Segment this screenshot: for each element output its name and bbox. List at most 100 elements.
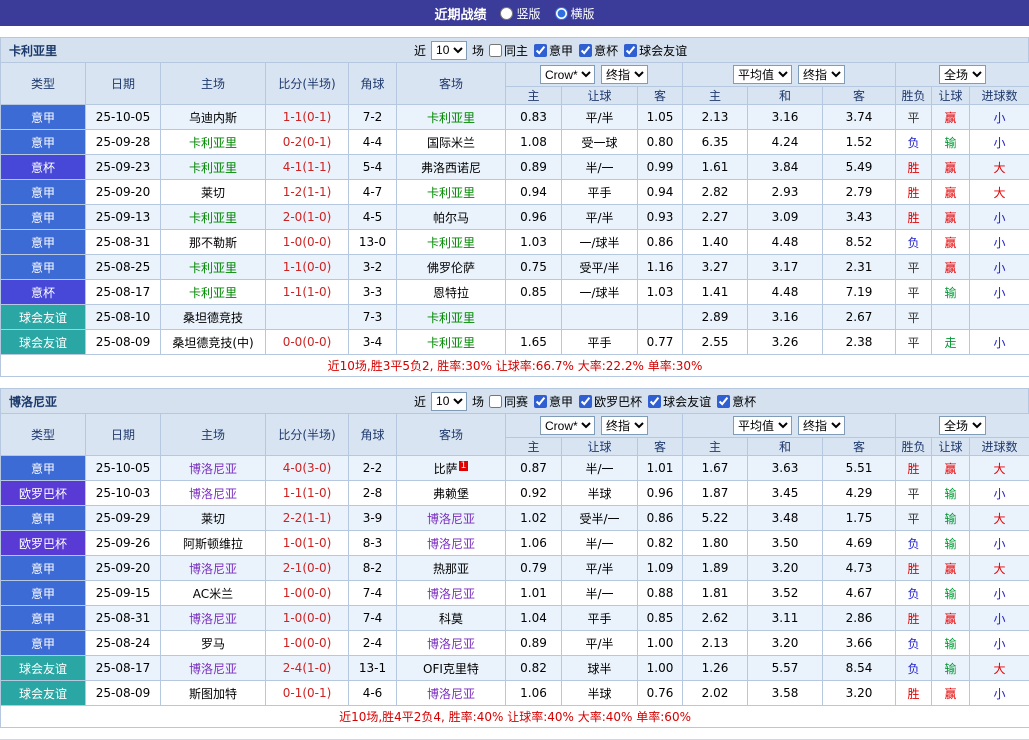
odds-source-select[interactable]: Crow* bbox=[540, 416, 595, 435]
match-row: 意甲25-08-31博洛尼亚1-0(0-0)7-4科莫1.04平手0.852.6… bbox=[1, 606, 1029, 631]
away-team-link[interactable]: 卡利亚里 bbox=[427, 236, 475, 250]
match-score: 1-0(0-0) bbox=[266, 581, 349, 606]
home-team-link[interactable]: 博洛尼亚 bbox=[189, 612, 237, 626]
euro-period-select[interactable]: 终指 bbox=[798, 416, 845, 435]
match-result: 平 bbox=[896, 330, 932, 355]
filter-checkbox[interactable]: 意杯 bbox=[579, 42, 618, 59]
match-result: 平 bbox=[896, 305, 932, 330]
odds-period-select[interactable]: 终指 bbox=[601, 65, 648, 84]
results-table: 类型 日期 主场 比分(半场) 角球 客场 Crow*终指 平均值终指 全场 bbox=[0, 413, 1029, 728]
euro-home-odds: 1.61 bbox=[683, 155, 748, 180]
euro-period-select[interactable]: 终指 bbox=[798, 65, 845, 84]
match-score: 1-0(0-0) bbox=[266, 631, 349, 656]
filter-checkbox-input[interactable] bbox=[648, 395, 661, 408]
corner-score: 7-3 bbox=[349, 305, 397, 330]
filter-checkboxes: 同赛意甲欧罗巴杯球会友谊意杯 bbox=[489, 393, 756, 410]
filter-checkbox-input[interactable] bbox=[579, 395, 592, 408]
filter-checkbox-input[interactable] bbox=[489, 44, 502, 57]
home-team-link[interactable]: 卡利亚里 bbox=[189, 211, 237, 225]
goals-result: 小 bbox=[970, 481, 1029, 506]
asian-home-odds: 0.85 bbox=[506, 280, 562, 305]
home-team-link[interactable]: 卡利亚里 bbox=[189, 136, 237, 150]
filter-checkbox[interactable]: 意杯 bbox=[717, 393, 756, 410]
filter-checkbox-input[interactable] bbox=[579, 44, 592, 57]
home-team-link[interactable]: 博洛尼亚 bbox=[189, 662, 237, 676]
home-team-link[interactable]: 博洛尼亚 bbox=[189, 487, 237, 501]
home-team-cell: 那不勒斯 bbox=[161, 230, 266, 255]
odds-source-select[interactable]: Crow* bbox=[540, 65, 595, 84]
filter-checkbox[interactable]: 球会友谊 bbox=[624, 42, 687, 59]
home-team-link[interactable]: 博洛尼亚 bbox=[189, 462, 237, 476]
handicap-result: 输 bbox=[932, 531, 970, 556]
away-team-link[interactable]: 博洛尼亚 bbox=[427, 587, 475, 601]
match-result: 胜 bbox=[896, 180, 932, 205]
filter-checkbox[interactable]: 欧罗巴杯 bbox=[579, 393, 642, 410]
away-team-link[interactable]: 博洛尼亚 bbox=[427, 637, 475, 651]
away-team-link[interactable]: 卡利亚里 bbox=[427, 186, 475, 200]
asian-home-odds: 0.89 bbox=[506, 155, 562, 180]
match-count-select[interactable]: 10 bbox=[431, 392, 467, 411]
team-name[interactable]: 卡利亚里 bbox=[1, 42, 57, 59]
match-date: 25-08-17 bbox=[86, 656, 161, 681]
asian-home-odds: 0.83 bbox=[506, 105, 562, 130]
euro-home-odds: 1.67 bbox=[683, 456, 748, 481]
filter-checkbox[interactable]: 意甲 bbox=[534, 42, 573, 59]
euro-away-odds: 5.49 bbox=[823, 155, 896, 180]
filter-checkbox[interactable]: 同主 bbox=[489, 42, 528, 59]
home-team-link[interactable]: 卡利亚里 bbox=[189, 261, 237, 275]
away-team-link[interactable]: 博洛尼亚 bbox=[427, 512, 475, 526]
handicap-result: 赢 bbox=[932, 205, 970, 230]
handicap-result: 输 bbox=[932, 481, 970, 506]
match-score bbox=[266, 305, 349, 330]
scope-select[interactable]: 全场 bbox=[939, 416, 986, 435]
filter-checkbox-input[interactable] bbox=[717, 395, 730, 408]
asian-line: 平/半 bbox=[562, 631, 638, 656]
euro-draw-odds: 3.20 bbox=[748, 556, 823, 581]
away-team-link[interactable]: 卡利亚里 bbox=[427, 311, 475, 325]
goals-result: 小 bbox=[970, 130, 1029, 155]
layout-radio-horizontal[interactable]: 横版 bbox=[555, 5, 595, 22]
home-team-link[interactable]: 卡利亚里 bbox=[189, 286, 237, 300]
match-row: 欧罗巴杯25-10-03博洛尼亚1-1(1-0)2-8弗赖堡0.92半球0.96… bbox=[1, 481, 1029, 506]
match-date: 25-08-24 bbox=[86, 631, 161, 656]
euro-draw-odds: 3.84 bbox=[748, 155, 823, 180]
filter-checkbox[interactable]: 意甲 bbox=[534, 393, 573, 410]
filter-checkbox-input[interactable] bbox=[534, 395, 547, 408]
euro-source-select[interactable]: 平均值 bbox=[733, 65, 792, 84]
goals-result: 小 bbox=[970, 581, 1029, 606]
match-score: 2-0(1-0) bbox=[266, 205, 349, 230]
asian-away-odds: 0.88 bbox=[638, 581, 683, 606]
home-team-link[interactable]: 博洛尼亚 bbox=[189, 562, 237, 576]
scope-select[interactable]: 全场 bbox=[939, 65, 986, 84]
odds-period-select[interactable]: 终指 bbox=[601, 416, 648, 435]
goals-result: 大 bbox=[970, 656, 1029, 681]
euro-draw-odds: 2.93 bbox=[748, 180, 823, 205]
vertical-radio-input[interactable] bbox=[500, 7, 513, 20]
euro-home-odds: 2.13 bbox=[683, 631, 748, 656]
filter-checkbox[interactable]: 同赛 bbox=[489, 393, 528, 410]
away-team-link: 热那亚 bbox=[433, 562, 469, 576]
away-team-link[interactable]: 卡利亚里 bbox=[427, 111, 475, 125]
team-name[interactable]: 博洛尼亚 bbox=[1, 393, 57, 410]
league-badge: 意甲 bbox=[1, 631, 86, 656]
league-badge: 球会友谊 bbox=[1, 330, 86, 355]
title-bar: 近期战绩 竖版 横版 bbox=[0, 0, 1029, 26]
filter-checkbox-input[interactable] bbox=[489, 395, 502, 408]
filter-checkbox-input[interactable] bbox=[624, 44, 637, 57]
away-team-link[interactable]: 博洛尼亚 bbox=[427, 537, 475, 551]
horizontal-radio-input[interactable] bbox=[555, 7, 568, 20]
layout-radio-vertical[interactable]: 竖版 bbox=[500, 5, 540, 22]
asian-line: 受平/半 bbox=[562, 255, 638, 280]
match-result: 平 bbox=[896, 255, 932, 280]
euro-source-select[interactable]: 平均值 bbox=[733, 416, 792, 435]
home-team-cell: 斯图加特 bbox=[161, 681, 266, 706]
away-team-link[interactable]: 卡利亚里 bbox=[427, 336, 475, 350]
filter-checkbox-input[interactable] bbox=[534, 44, 547, 57]
results-table: 类型 日期 主场 比分(半场) 角球 客场 Crow*终指 平均值终指 全场 bbox=[0, 62, 1029, 377]
filter-checkbox[interactable]: 球会友谊 bbox=[648, 393, 711, 410]
away-team-link[interactable]: 博洛尼亚 bbox=[427, 687, 475, 701]
match-count-select[interactable]: 10 bbox=[431, 41, 467, 60]
match-row: 意甲25-09-29莱切2-2(1-1)3-9博洛尼亚1.02受半/一0.865… bbox=[1, 506, 1029, 531]
match-row: 意甲25-08-31那不勒斯1-0(0-0)13-0卡利亚里1.03一/球半0.… bbox=[1, 230, 1029, 255]
home-team-link[interactable]: 卡利亚里 bbox=[189, 161, 237, 175]
